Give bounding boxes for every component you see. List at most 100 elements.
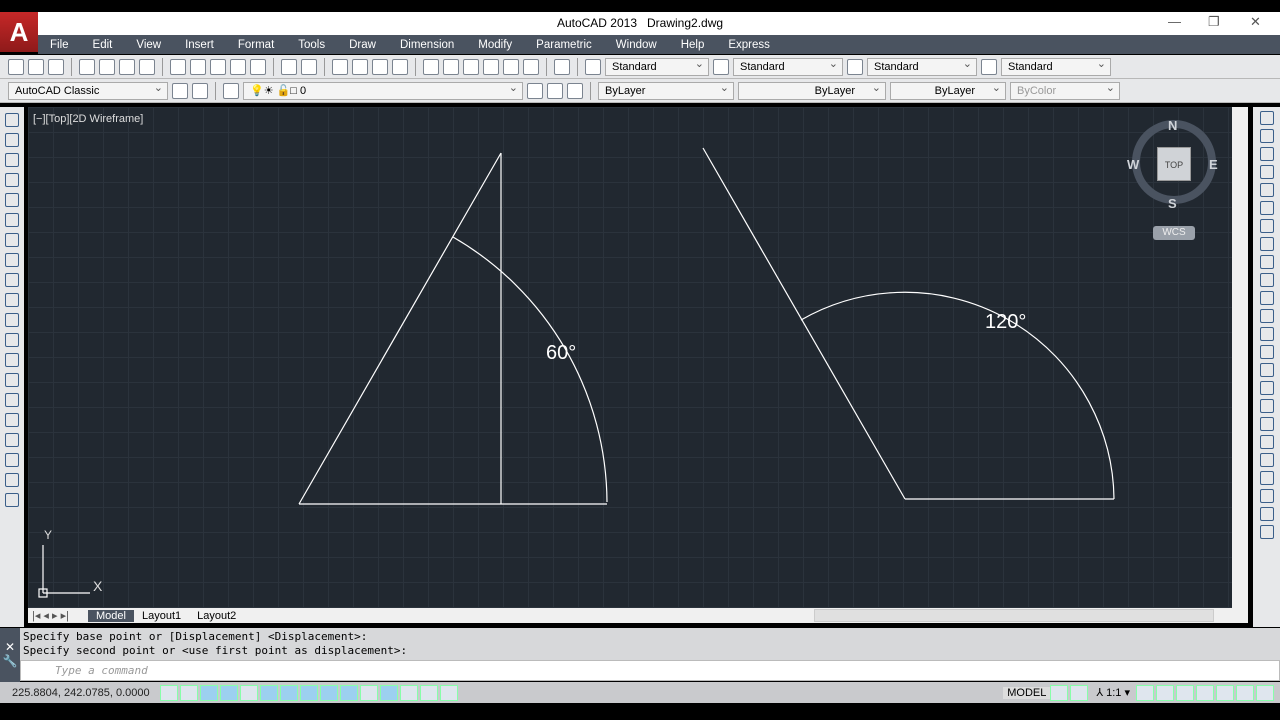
annotation-monitor-toggle[interactable] [440,684,458,701]
infer-constraints-toggle[interactable] [160,684,178,701]
zoom-realtime-icon[interactable] [352,58,368,75]
hatch-back-tool-icon[interactable] [1259,525,1274,539]
erase-tool-icon[interactable] [1259,111,1274,125]
snap-toggle[interactable] [180,684,198,701]
customize-icon[interactable]: 🔧 [0,654,20,668]
auto-scale-icon[interactable] [1156,684,1174,701]
table-style-dropdown[interactable]: Standard [867,56,977,76]
polar-toggle[interactable] [240,684,258,701]
menu-edit[interactable]: Edit [93,39,113,51]
text-front-tool-icon[interactable] [1259,507,1274,521]
command-input[interactable]: Type a command [20,660,1280,681]
break-tool-icon[interactable] [1259,327,1274,341]
save-icon[interactable] [48,58,64,75]
zoom-previous-icon[interactable] [392,58,408,75]
quick-view-layouts-icon[interactable] [1050,684,1069,701]
publish-icon[interactable] [119,58,135,75]
linetype-dropdown[interactable]: ByLayer [738,80,886,100]
array-tool-icon[interactable] [1259,183,1274,197]
vertical-scrollbar[interactable] [1232,107,1248,608]
spline-tool-icon[interactable] [5,273,19,287]
markup-icon[interactable] [503,58,519,75]
block-editor-icon[interactable] [250,58,266,75]
model-space-button[interactable]: MODEL [1003,686,1051,699]
quick-properties-toggle[interactable] [400,684,418,701]
selection-cycling-toggle[interactable] [420,684,438,701]
transparency-toggle[interactable] [380,684,398,701]
menu-insert[interactable]: Insert [185,39,214,51]
mleader-style-dropdown[interactable]: Standard [1001,56,1111,76]
bring-above-tool-icon[interactable] [1259,471,1274,485]
layer-dropdown[interactable]: 💡☀ 🔓□ 0 [243,80,523,100]
tab-navigation-arrows[interactable]: |◂ ◂ ▸ ▸| [28,609,88,622]
close-command-icon[interactable]: ✕ [0,640,20,654]
menu-file[interactable]: File [50,39,69,51]
ellipse-tool-icon[interactable] [5,293,19,307]
3d-print-icon[interactable] [139,58,155,75]
help-icon[interactable] [554,58,570,75]
workspace-settings-icon[interactable] [172,82,188,99]
plotstyle-dropdown[interactable]: ByColor [1010,80,1120,100]
workspace-dropdown[interactable]: AutoCAD Classic [8,80,168,100]
polygon-tool-icon[interactable] [5,173,19,187]
menu-parametric[interactable]: Parametric [536,39,592,51]
sheet-set-icon[interactable] [483,58,499,75]
menu-express[interactable]: Express [728,39,770,51]
cut-icon[interactable] [170,58,186,75]
close-button[interactable]: ✕ [1250,14,1261,30]
annotation-visibility-icon[interactable] [1136,684,1154,701]
circle-tool-icon[interactable] [5,233,19,247]
drawing-canvas[interactable] [28,107,1232,608]
menu-view[interactable]: View [136,39,161,51]
send-under-tool-icon[interactable] [1259,489,1274,503]
menu-help[interactable]: Help [681,39,705,51]
undo-icon[interactable] [281,58,297,75]
compass-south[interactable]: S [1168,196,1177,211]
annotation-scale[interactable]: ⅄ 1:1 ▾ [1096,686,1130,699]
tool-palettes-icon[interactable] [463,58,479,75]
revision-cloud-tool-icon[interactable] [5,253,19,267]
construction-line-tool-icon[interactable] [5,133,19,147]
isolate-objects-icon[interactable] [1236,684,1254,701]
blend-tool-icon[interactable] [1259,399,1274,413]
quick-view-drawings-icon[interactable] [1070,684,1089,701]
lineweight-dropdown[interactable]: ByLayer [890,80,1006,100]
tab-layout2[interactable]: Layout2 [189,610,244,622]
clean-screen-icon[interactable] [1256,684,1274,701]
minimize-button[interactable]: — [1168,14,1181,29]
properties-icon[interactable] [423,58,439,75]
rectangle-tool-icon[interactable] [5,193,19,207]
fillet-tool-icon[interactable] [1259,381,1274,395]
break-at-point-tool-icon[interactable] [1259,309,1274,323]
grid-toggle[interactable] [200,684,218,701]
paste-icon[interactable] [210,58,226,75]
layer-properties-icon[interactable] [223,82,239,99]
extend-tool-icon[interactable] [1259,291,1274,305]
make-block-tool-icon[interactable] [5,353,19,367]
3d-osnap-toggle[interactable] [280,684,298,701]
line-tool-icon[interactable] [5,113,19,127]
new-icon[interactable] [8,58,24,75]
offset-tool-icon[interactable] [1259,165,1274,179]
copy-icon[interactable] [190,58,206,75]
text-style-dropdown[interactable]: Standard [605,56,709,76]
region-tool-icon[interactable] [5,433,19,447]
viewcube-top-face[interactable]: TOP [1157,147,1191,181]
workspace-switching-icon[interactable] [1176,684,1194,701]
dim-style-dropdown[interactable]: Standard [733,56,843,76]
draworder-front-tool-icon[interactable] [1259,435,1274,449]
ellipse-arc-tool-icon[interactable] [5,313,19,327]
coordinates-readout[interactable]: 225.8804, 242.0785, 0.0000 [0,687,160,699]
point-tool-icon[interactable] [5,373,19,387]
redo-icon[interactable] [301,58,317,75]
design-center-icon[interactable] [443,58,459,75]
move-tool-icon[interactable] [1259,201,1274,215]
stretch-tool-icon[interactable] [1259,255,1274,269]
scale-tool-icon[interactable] [1259,237,1274,251]
explode-tool-icon[interactable] [1259,417,1274,431]
compass-north[interactable]: N [1168,118,1177,133]
menu-window[interactable]: Window [616,39,657,51]
ortho-toggle[interactable] [220,684,238,701]
compass-west[interactable]: W [1127,157,1139,172]
make-current-icon[interactable] [527,82,543,99]
